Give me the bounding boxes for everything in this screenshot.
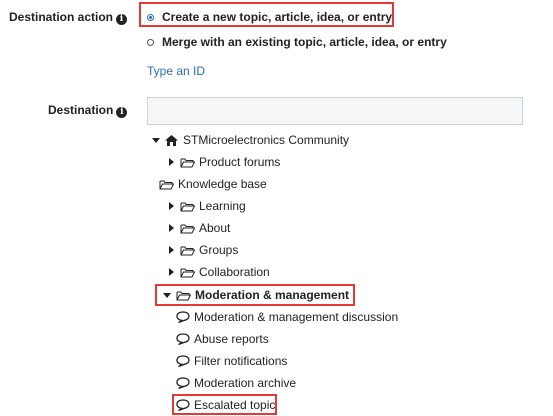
radio-button-unchecked[interactable]	[147, 38, 154, 46]
tree-item-label[interactable]: Groups	[199, 243, 238, 257]
tree-item-abuse-reports[interactable]: Abuse reports	[176, 331, 269, 347]
tree-item-label[interactable]: STMicroelectronics Community	[183, 133, 349, 147]
speech-bubble-icon	[176, 333, 190, 345]
tree-item-label[interactable]: Moderation archive	[194, 376, 296, 390]
tree-item-label[interactable]: Collaboration	[199, 265, 270, 279]
speech-bubble-icon	[176, 311, 190, 323]
radio-merge-existing-label[interactable]: Merge with an existing topic, article, i…	[162, 35, 447, 49]
caret-right-icon[interactable]	[166, 245, 176, 255]
destination-label-text: Destination	[48, 103, 114, 117]
folder-icon	[180, 158, 195, 167]
tree-item-filter-notifications[interactable]: Filter notifications	[176, 353, 287, 369]
tree-item-moderation-archive[interactable]: Moderation archive	[176, 375, 296, 391]
highlight-box-escalated-topic	[172, 394, 277, 415]
caret-right-icon[interactable]	[166, 157, 176, 167]
tree-item-label[interactable]: Filter notifications	[194, 354, 287, 368]
speech-bubble-icon	[176, 377, 190, 389]
destination-label: Destination i	[48, 103, 128, 118]
highlight-box-create-new	[139, 2, 394, 27]
folder-icon	[180, 224, 195, 233]
tree-item-learning[interactable]: Learning	[166, 198, 246, 214]
folder-icon	[180, 268, 195, 277]
tree-item-groups[interactable]: Groups	[166, 242, 238, 258]
tree-item-label[interactable]: Moderation & management discussion	[194, 310, 398, 324]
caret-right-icon[interactable]	[166, 223, 176, 233]
caret-right-icon[interactable]	[166, 201, 176, 211]
tree-item-label[interactable]: Product forums	[199, 155, 280, 169]
tree-item-label[interactable]: Abuse reports	[194, 332, 269, 346]
tree-item-root[interactable]: STMicroelectronics Community	[151, 132, 349, 148]
tree-item-collaboration[interactable]: Collaboration	[166, 264, 270, 280]
folder-icon	[180, 246, 195, 255]
caret-right-icon[interactable]	[166, 267, 176, 277]
destination-action-label: Destination action i	[9, 10, 128, 25]
info-icon[interactable]: i	[116, 107, 128, 118]
highlight-box-moderation	[155, 284, 355, 306]
caret-down-icon[interactable]	[151, 135, 161, 145]
speech-bubble-icon	[176, 355, 190, 367]
tree-item-label[interactable]: Knowledge base	[178, 177, 267, 191]
tree-item-product-forums[interactable]: Product forums	[166, 154, 280, 170]
destination-action-label-text: Destination action	[9, 10, 114, 24]
tree-item-about[interactable]: About	[166, 220, 230, 236]
folder-icon	[159, 180, 174, 189]
tree-item-knowledge-base[interactable]: Knowledge base	[159, 176, 267, 192]
tree-item-label[interactable]: About	[199, 221, 230, 235]
type-an-id-link[interactable]: Type an ID	[147, 64, 205, 78]
destination-input[interactable]	[147, 97, 523, 125]
home-icon	[165, 134, 178, 146]
folder-icon	[180, 202, 195, 211]
tree-item-moderation-discussion[interactable]: Moderation & management discussion	[176, 309, 398, 325]
radio-merge-existing[interactable]: Merge with an existing topic, article, i…	[147, 35, 447, 49]
info-icon[interactable]: i	[116, 14, 128, 25]
tree-item-label[interactable]: Learning	[199, 199, 246, 213]
